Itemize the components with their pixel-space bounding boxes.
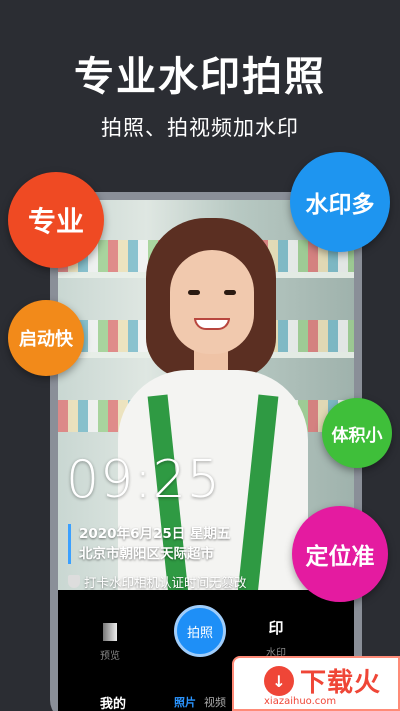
watermark-info: 2020年6月25日 星期五 北京市朝阳区天际超市 bbox=[68, 524, 230, 564]
feature-badge-fast-start: 启动快 bbox=[8, 300, 84, 376]
subhead: 拍照、拍视频加水印 bbox=[101, 116, 299, 140]
watermark-verification: 打卡水印相机认证时间无篡改 bbox=[68, 572, 247, 590]
preview-label: 预览 bbox=[100, 651, 120, 662]
feature-badge-accurate-location: 定位准 bbox=[292, 506, 388, 602]
tab-photo[interactable]: 照片 bbox=[174, 694, 196, 710]
brand-watermark: ↓ 下载火 xiazaihuo.com bbox=[232, 656, 400, 711]
watermark-button[interactable]: 印 水印 bbox=[266, 617, 286, 659]
tab-mine[interactable]: 我的 bbox=[100, 693, 126, 711]
feature-badge-many-watermarks: 水印多 bbox=[290, 152, 390, 252]
tab-video[interactable]: 视频 bbox=[204, 694, 226, 710]
phone-mockup: 09:25 2020年6月25日 星期五 北京市朝阳区天际超市 打卡水印相机认证… bbox=[50, 192, 362, 711]
shield-icon bbox=[68, 575, 80, 588]
watermark-date: 2020年6月25日 星期五 bbox=[79, 526, 231, 542]
download-icon: ↓ bbox=[264, 666, 294, 696]
person-eye bbox=[188, 290, 200, 295]
watermark-location: 北京市朝阳区天际超市 bbox=[79, 546, 214, 562]
headline: 专业水印拍照 bbox=[74, 54, 326, 100]
feature-badge-pro: 专业 bbox=[8, 172, 104, 268]
watermark-time: 09:25 bbox=[66, 450, 221, 510]
brand-name: 下载火 bbox=[300, 668, 382, 698]
watermark-verify-text: 打卡水印相机认证时间无篡改 bbox=[84, 575, 247, 590]
person-eye bbox=[224, 290, 236, 295]
phone-screen: 09:25 2020年6月25日 星期五 北京市朝阳区天际超市 打卡水印相机认证… bbox=[58, 200, 354, 711]
person-face bbox=[170, 250, 254, 354]
watermark-icon: 印 bbox=[268, 619, 284, 637]
shutter-button[interactable]: 拍照 bbox=[174, 605, 226, 657]
feature-badge-small-size: 体积小 bbox=[322, 398, 392, 468]
preview-button[interactable]: 预览 bbox=[100, 623, 120, 662]
preview-thumbnail-icon bbox=[103, 623, 117, 641]
brand-url: xiazaihuo.com bbox=[264, 696, 337, 707]
